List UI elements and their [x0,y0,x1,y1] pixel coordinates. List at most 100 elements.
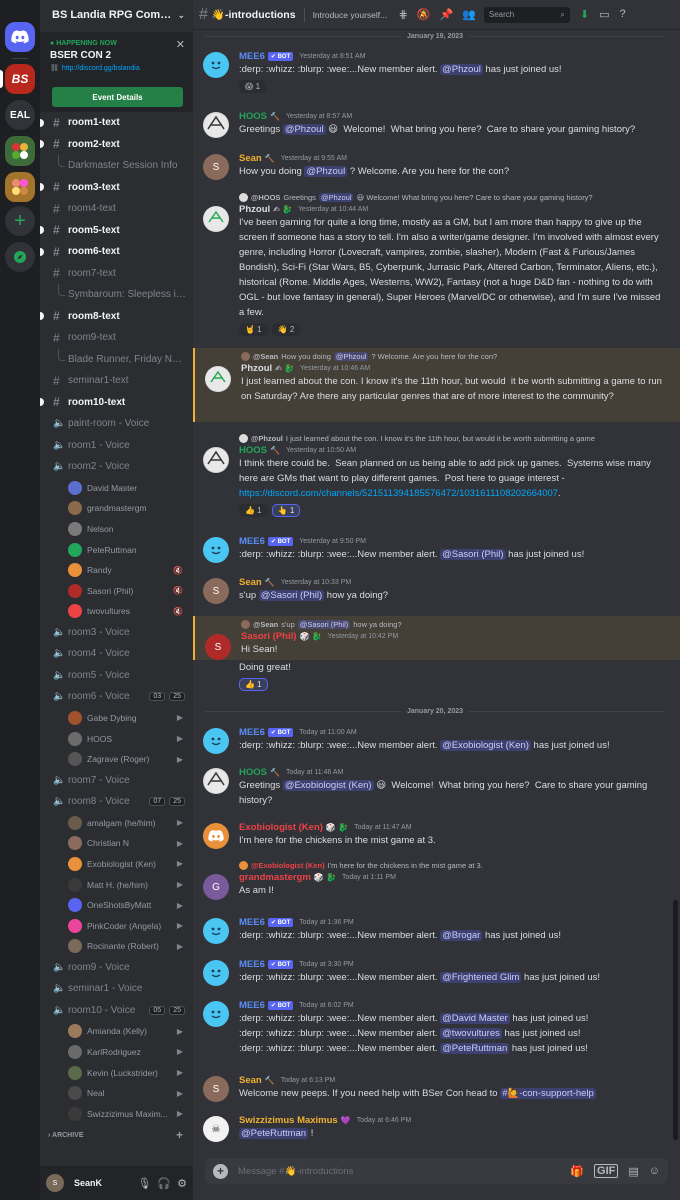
channel-link[interactable]: https://discord.com/channels/52151139418… [239,488,558,499]
text-channel[interactable]: # room5-text [40,220,193,242]
author-name[interactable]: Exobiologist (Ken) [239,822,323,833]
message-input[interactable] [238,1165,561,1177]
text-channel[interactable]: # room2-text [40,134,193,156]
gift-icon[interactable]: 🎁 [570,1165,584,1178]
gear-icon[interactable]: ⚙ [177,1177,187,1190]
voice-channel[interactable]: 🔈 room8 - Voice 07 25 [40,791,193,813]
voice-user[interactable]: grandmastergm [40,498,193,519]
server-header[interactable]: BS Landia RPG Comm... ⌄ [40,0,193,30]
text-channel[interactable]: # room10-text [40,392,193,414]
voice-user[interactable]: twovultures 🔇 [40,601,193,622]
message[interactable]: @HOOS Greetings @Phzoul 😃 Welcome! What … [193,192,680,336]
thread-channel[interactable]: Symbaroum: Sleepless in... [40,284,193,306]
voice-channel[interactable]: 🔈 seminar1 - Voice [40,978,193,1000]
thread-channel[interactable]: Blade Runner, Friday Noon [40,348,193,371]
author-name[interactable]: Sean [239,577,262,588]
mee6-avatar[interactable] [203,1001,229,1027]
bs-landia-server-icon[interactable]: BS [5,64,35,94]
author-name[interactable]: MEE6 [239,536,265,547]
threads-icon[interactable]: ⋕ [399,8,408,21]
reaction[interactable]: 🤘 1 [239,323,268,336]
headphones-icon[interactable]: 🎧 [157,1177,171,1190]
author-name[interactable]: Phzoul [239,204,270,215]
voice-user[interactable]: KarlRodriguez ▶ [40,1042,193,1063]
phzoul-avatar[interactable] [203,206,229,232]
mee6-avatar[interactable] [203,960,229,986]
channel-topic[interactable]: Introduce yourself... [313,10,391,20]
voice-channel[interactable]: 🔈 room7 - Voice [40,769,193,791]
grandmastergm-avatar[interactable]: G [203,874,229,900]
author-name[interactable]: Sasori (Phil) [241,631,296,642]
game-server-icon[interactable] [5,136,35,166]
hoos-avatar[interactable] [203,112,229,138]
text-channel[interactable]: # room6-text [40,241,193,263]
exobiologist-avatar[interactable] [203,823,229,849]
reply-preview[interactable]: @Phzoul I just learned about the con. I … [239,433,668,444]
voice-channel[interactable]: 🔈 room4 - Voice [40,643,193,665]
text-channel[interactable]: # room4-text [40,198,193,220]
voice-user[interactable]: Swizzizimus Maxim... ▶ [40,1103,193,1124]
message[interactable]: ☠ Swizzizimus Maximus 💜 Today at 6:46 PM @… [193,1114,680,1142]
message[interactable]: @Phzoul I just learned about the con. I … [193,433,680,517]
voice-user[interactable]: Neal ▶ [40,1083,193,1104]
message[interactable]: Doing great! 👍 1 [193,660,680,691]
voice-channel[interactable]: 🔈 room2 - Voice [40,456,193,478]
voice-user[interactable]: Christian N ▶ [40,833,193,854]
scrollbar[interactable] [673,900,678,1140]
event-link[interactable]: ⛓ http://discord.gg/bslandia [50,64,183,73]
inbox-icon[interactable]: ▭ [599,8,609,21]
reaction[interactable]: 👆 1 [271,504,301,517]
message[interactable]: S Sean 🔨 Today at 6:13 PM Welcome new peep… [193,1074,680,1102]
event-details-button[interactable]: Event Details [52,87,183,107]
mee6-avatar[interactable] [203,52,229,78]
hoos-avatar[interactable] [203,447,229,473]
voice-user[interactable]: PinkCoder (Angela) ▶ [40,915,193,936]
voice-channel[interactable]: 🔈 room9 - Voice [40,957,193,979]
text-channel[interactable]: # room8-text [40,306,193,328]
message[interactable]: MEE6 ✔ BOT Today at 6:02 PM :derp: :whizz:… [193,999,680,1056]
add-server-icon[interactable]: + [5,206,35,236]
message[interactable]: MEE6 ✔ BOT Today at 1:36 PM :derp: :whizz:… [193,916,680,944]
discord-home-icon[interactable] [5,22,35,52]
folder-server-icon[interactable] [5,172,35,202]
reply-preview[interactable]: @HOOS Greetings @Phzoul 😃 Welcome! What … [239,192,668,203]
voice-channel[interactable]: 🔈 room1 - Voice [40,435,193,457]
text-channel[interactable]: # room7-text [40,263,193,285]
voice-user[interactable]: David Master [40,478,193,499]
sean-avatar[interactable]: S [203,578,229,604]
text-channel[interactable]: # room1-text [40,112,193,134]
author-name[interactable]: Swizzizimus Maximus [239,1115,338,1126]
author-name[interactable]: HOOS [239,767,267,778]
sticker-icon[interactable]: ▤ [628,1165,638,1178]
author-name[interactable]: Sean [239,1075,262,1086]
message[interactable]: MEE6 ✔ BOT Today at 3:30 PM :derp: :whizz:… [193,958,680,986]
voice-user[interactable]: OneShotsByMatt ▶ [40,895,193,916]
search-input[interactable]: Search ⌕ [483,6,570,23]
text-channel[interactable]: # seminar1-text [40,370,193,392]
reaction[interactable]: 👋 2 [271,323,301,336]
event-link-text[interactable]: http://discord.gg/bslandia [62,65,140,72]
author-name[interactable]: HOOS [239,111,267,122]
mute-bell-icon[interactable]: 🔕 [417,8,431,21]
message[interactable]: HOOS 🔨 Yesterday at 8:57 AM Greetings @Phz… [193,110,680,138]
username[interactable]: SeanK [74,1178,131,1188]
message[interactable]: MEE6 ✔ BOT Today at 11:00 AM :derp: :whizz… [193,726,680,754]
author-name[interactable]: MEE6 [239,917,265,928]
emoji-icon[interactable]: ☺ [649,1165,660,1177]
voice-channel[interactable]: 🔈 paint-room - Voice [40,413,193,435]
message[interactable]: @Sean How you doing @Phzoul ? Welcome. A… [193,348,680,422]
explore-compass-icon[interactable] [5,242,35,272]
voice-user[interactable]: Zagrave (Roger) ▶ [40,749,193,770]
add-channel-icon[interactable]: + [176,1128,183,1142]
author-name[interactable]: MEE6 [239,51,265,62]
microphone-icon[interactable]: 🎙 [137,1177,151,1190]
message[interactable]: HOOS 🔨 Today at 11:46 AM Greetings @Exobio… [193,766,680,808]
author-name[interactable]: Sean [239,153,262,164]
help-icon[interactable]: ? [620,8,626,21]
voice-user[interactable]: Randy 🔇 [40,560,193,581]
close-icon[interactable]: ✕ [176,38,185,51]
voice-channel[interactable]: 🔈 room10 - Voice 05 25 [40,1000,193,1022]
author-name[interactable]: MEE6 [239,1000,265,1011]
message[interactable]: Exobiologist (Ken) 🎲 🐉 Today at 11:47 AM I… [193,821,680,849]
reply-preview[interactable]: @Sean How you doing @Phzoul ? Welcome. A… [241,351,668,362]
